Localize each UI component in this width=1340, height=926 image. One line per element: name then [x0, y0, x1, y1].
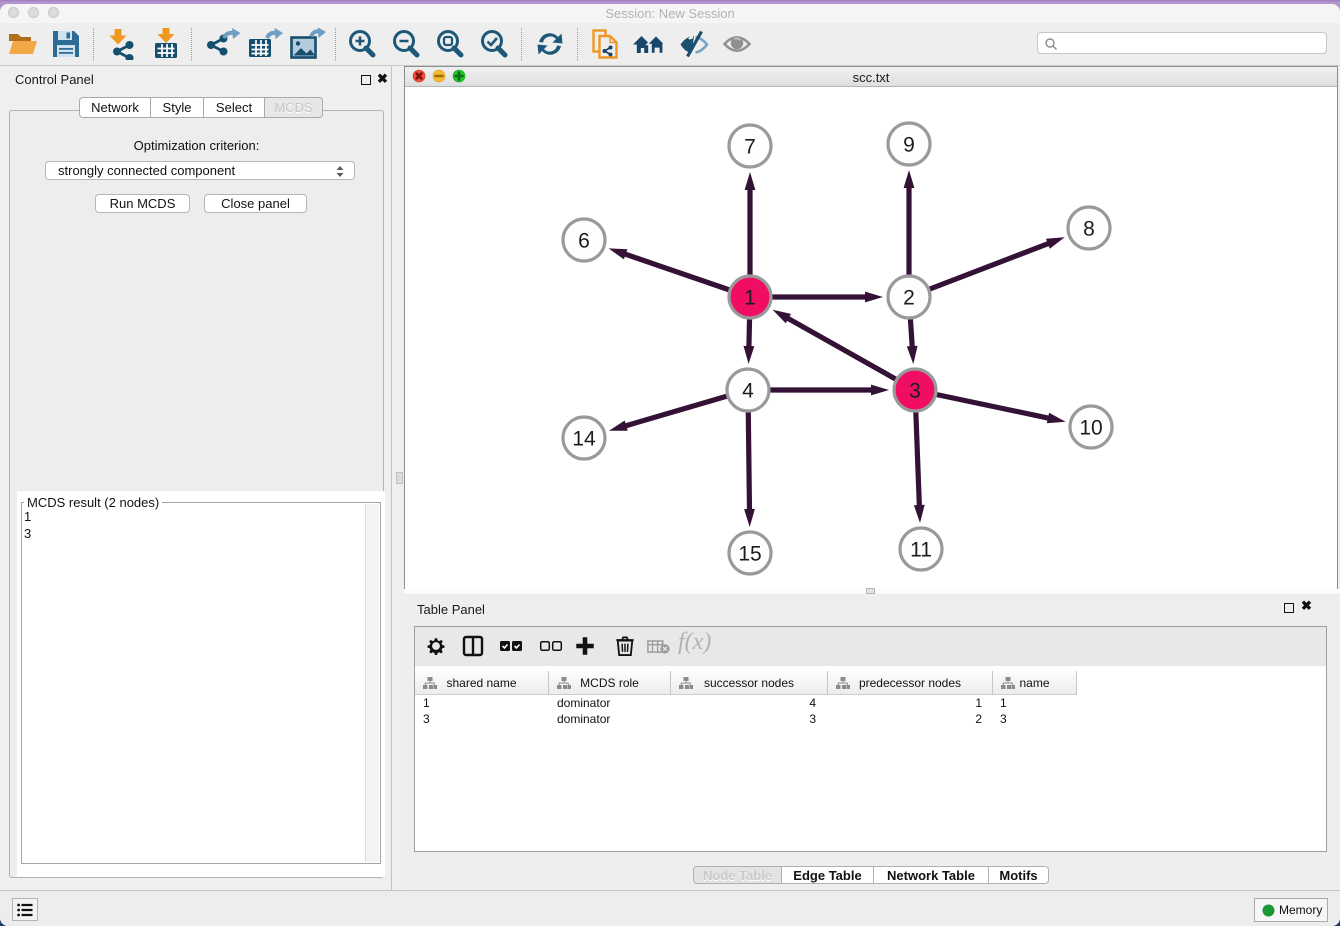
- svg-text:3: 3: [909, 380, 921, 403]
- svg-text:6: 6: [578, 230, 590, 253]
- svg-text:9: 9: [903, 134, 915, 157]
- svg-text:7: 7: [744, 136, 756, 159]
- svg-text:1: 1: [744, 287, 756, 310]
- svg-text:10: 10: [1079, 417, 1102, 440]
- svg-text:14: 14: [572, 428, 596, 451]
- svg-text:11: 11: [910, 539, 932, 562]
- svg-text:8: 8: [1083, 218, 1095, 241]
- svg-text:15: 15: [738, 543, 761, 566]
- svg-text:2: 2: [903, 287, 915, 310]
- svg-text:4: 4: [742, 380, 754, 403]
